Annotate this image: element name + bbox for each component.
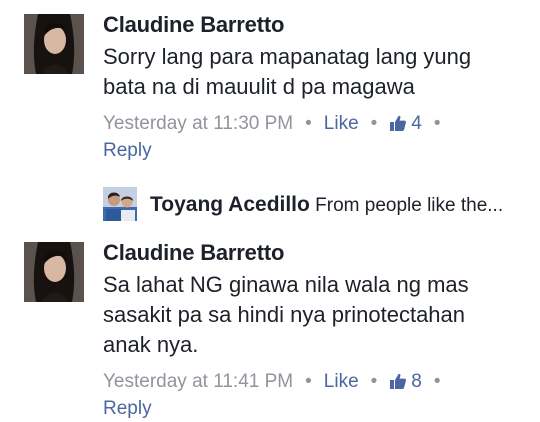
reply-author[interactable]: Toyang Acedillo (150, 193, 310, 216)
comment-author[interactable]: Claudine Barretto (103, 240, 530, 266)
comment-meta: Yesterday at 11:41 PM • Like • 8 • Reply (103, 370, 530, 421)
avatar-photo (24, 14, 84, 74)
dot-separator: • (305, 371, 312, 392)
comment-author[interactable]: Claudine Barretto (103, 12, 530, 38)
like-button[interactable]: Like (324, 371, 359, 392)
like-button[interactable]: Like (324, 113, 359, 134)
reply-button[interactable]: Reply (103, 140, 152, 161)
reply-avatar-photo (103, 187, 137, 221)
reply-button[interactable]: Reply (103, 398, 152, 419)
comment-meta: Yesterday at 11:30 PM • Like • 4 • Reply (103, 112, 530, 163)
like-count[interactable]: 8 (411, 371, 422, 392)
like-count[interactable]: 4 (411, 113, 422, 134)
reply-snippet: From people like the... (315, 195, 504, 216)
dot-separator: • (433, 113, 441, 134)
comment-timestamp[interactable]: Yesterday at 11:41 PM (103, 371, 293, 392)
dot-separator: • (370, 113, 378, 134)
reply-preview[interactable]: Toyang Acedillo From people like the... (103, 185, 533, 225)
avatar[interactable] (24, 242, 84, 302)
dot-separator: • (433, 371, 441, 392)
thumbs-up-icon[interactable] (389, 114, 407, 139)
thumbs-up-icon[interactable] (389, 372, 407, 397)
comment-text: Sorry lang para mapanatag lang yung bata… (103, 44, 472, 99)
comment-timestamp[interactable]: Yesterday at 11:30 PM (103, 113, 293, 134)
avatar[interactable] (24, 14, 84, 74)
reply-preview-text[interactable]: Toyang Acedillo From people like the... (150, 193, 503, 218)
dot-separator: • (305, 113, 312, 134)
avatar-photo (24, 242, 84, 302)
dot-separator: • (370, 371, 378, 392)
reply-avatar[interactable] (103, 187, 137, 221)
comment-text: Sa lahat NG ginawa nila wala ng mas sasa… (103, 272, 469, 357)
